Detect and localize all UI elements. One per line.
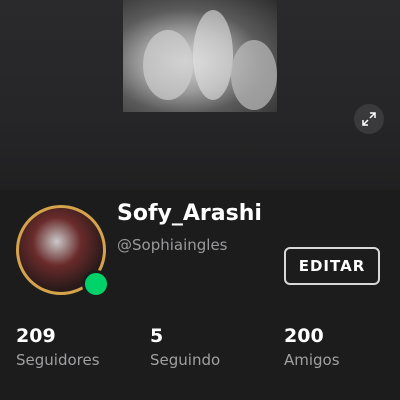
username: @Sophiaingles <box>117 236 228 254</box>
stat-friends-label: Amigos <box>284 351 340 369</box>
stat-following[interactable]: 5 Seguindo <box>150 325 220 369</box>
display-name: Sofy_Arashi <box>117 201 262 226</box>
expand-banner-button[interactable] <box>354 104 384 134</box>
stat-followers[interactable]: 209 Seguidores <box>16 325 100 369</box>
profile-banner <box>0 0 400 190</box>
banner-image[interactable] <box>123 0 277 112</box>
stat-friends-count: 200 <box>284 325 324 347</box>
online-status-indicator <box>82 270 110 298</box>
stat-friends[interactable]: 200 Amigos <box>284 325 340 369</box>
stat-followers-count: 209 <box>16 325 56 347</box>
stat-following-count: 5 <box>150 325 164 347</box>
stat-followers-label: Seguidores <box>16 351 100 369</box>
stat-following-label: Seguindo <box>150 351 221 369</box>
expand-icon <box>362 112 376 126</box>
edit-profile-button[interactable]: EDITAR <box>284 247 380 285</box>
